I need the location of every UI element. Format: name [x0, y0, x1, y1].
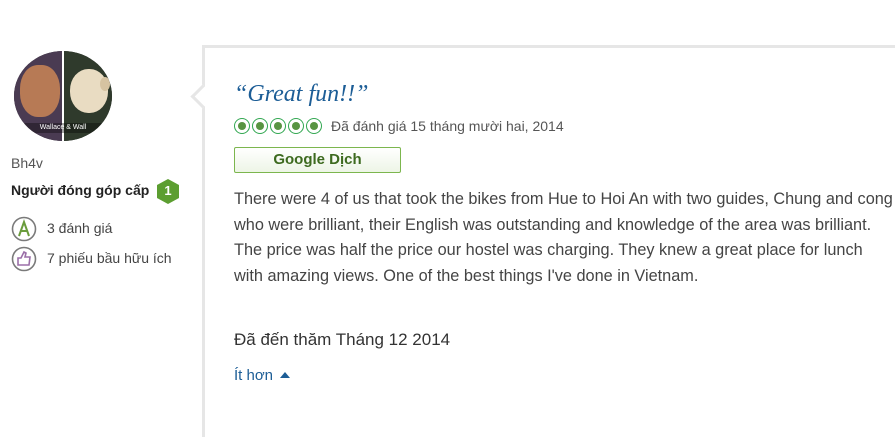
avatar[interactable]: Wallace & Wall: [14, 51, 112, 141]
avatar-face-right: [70, 69, 108, 113]
contributor-level-number: 1: [164, 183, 172, 198]
caret-up-icon: [280, 372, 291, 378]
review-body: There were 4 of us that took the bikes f…: [234, 190, 893, 286]
review-pen-icon: [11, 216, 37, 242]
show-less-label: Ít hơn: [234, 367, 274, 384]
show-less-link[interactable]: Ít hơn: [234, 367, 291, 384]
rated-date: Đã đánh giá 15 tháng mười hai, 2014: [331, 118, 564, 134]
contributor-level-label: Người đóng góp cấp: [11, 182, 150, 198]
rating-bubble-icon: [288, 118, 304, 134]
rating-bubble-icon: [270, 118, 286, 134]
google-translate-button[interactable]: Google Dịch: [234, 147, 401, 173]
avatar-ear: [100, 77, 110, 91]
rating-bubble-icon: [306, 118, 322, 134]
thumbs-up-icon: [11, 246, 37, 272]
contributor-level-badge: 1: [156, 179, 180, 204]
helpful-votes-text: 7 phiếu bầu hữu ích: [47, 250, 172, 266]
reviewer-username[interactable]: Bh4v: [11, 155, 43, 171]
rating-bubble-icon: [234, 118, 250, 134]
review-title[interactable]: “Great fun!!”: [234, 81, 368, 108]
avatar-caption: Wallace & Wall: [14, 123, 112, 133]
review-count-text: 3 đánh giá: [47, 220, 113, 236]
bubble-rating: [234, 118, 326, 136]
avatar-face-left: [20, 65, 60, 117]
rating-bubble-icon: [252, 118, 268, 134]
visited-date: Đã đến thăm Tháng 12 2014: [234, 330, 451, 349]
